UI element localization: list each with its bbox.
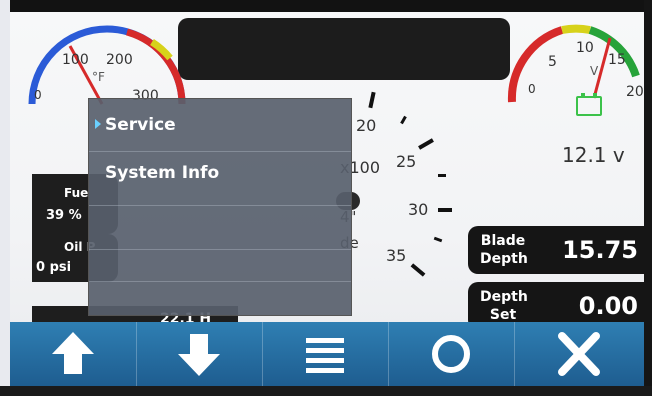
blade-depth-label: Blade Depth [480, 233, 528, 267]
speedo-tick [433, 236, 443, 243]
softkey-menu[interactable] [262, 322, 389, 386]
bezel-right [644, 0, 652, 396]
close-icon [558, 332, 600, 376]
menu-item-label: System Info [105, 163, 220, 183]
volt-tick-15: 15 [608, 52, 626, 68]
rpm-scale-30: 30 [408, 200, 429, 219]
temp-tick-200: 200 [106, 52, 133, 68]
bezel-left [0, 0, 10, 396]
softkey-ok[interactable] [388, 322, 515, 386]
temp-tick-0: 0 [34, 88, 42, 102]
depth-set-label: Depth Set [480, 289, 528, 323]
up-arrow-icon [52, 332, 94, 374]
speedo-tick [368, 91, 376, 109]
volt-tick-5: 5 [548, 54, 557, 70]
rpm-scale-25: 25 [396, 152, 417, 171]
volt-tick-10: 10 [576, 40, 594, 56]
volt-arc-yellow [561, 24, 591, 34]
battery-icon [576, 93, 602, 116]
selection-marker-icon [95, 119, 101, 129]
blade-depth-panel: Blade Depth 15.75 [468, 226, 644, 274]
menu-icon [306, 338, 344, 373]
down-arrow-icon [178, 334, 220, 376]
menu-item-service[interactable]: Service [89, 107, 351, 152]
circle-icon [432, 335, 470, 373]
speedo-tick [400, 115, 407, 125]
temp-tick-100: 100 [62, 52, 89, 68]
rpm-scale-20: 20 [356, 116, 377, 135]
speedo-tick [418, 138, 434, 150]
fuel-value: 39 % [46, 208, 82, 223]
menu-item-system-info[interactable]: System Info [89, 153, 351, 206]
softkey-up[interactable] [10, 322, 137, 386]
softkey-bar [10, 322, 644, 386]
speedo-tick [438, 208, 452, 212]
fuel-label: Fue [64, 186, 89, 200]
menu-item-empty-1[interactable] [89, 207, 351, 250]
top-status-bar [178, 18, 510, 80]
volt-tick-0: 0 [528, 82, 536, 96]
bezel-bottom [0, 386, 652, 396]
oil-pressure-value: 0 psi [36, 260, 72, 275]
speedo-tick [410, 263, 426, 277]
volt-unit: V [590, 64, 599, 78]
blade-depth-value: 15.75 [562, 236, 638, 264]
volt-tick-20: 20 [626, 84, 644, 100]
rpm-scale-35: 35 [386, 246, 407, 265]
depth-set-value: 0.00 [578, 292, 638, 320]
temp-unit: °F [92, 70, 105, 84]
softkey-down[interactable] [136, 322, 263, 386]
menu-item-label: Service [105, 115, 176, 135]
speedo-tick [438, 174, 446, 177]
menu-item-empty-3[interactable] [89, 283, 351, 313]
popup-menu: Service System Info [88, 98, 352, 316]
menu-item-empty-2[interactable] [89, 251, 351, 282]
softkey-close[interactable] [514, 322, 644, 386]
bezel-top [0, 0, 652, 12]
voltage-readout: 12.1 v [562, 143, 625, 167]
